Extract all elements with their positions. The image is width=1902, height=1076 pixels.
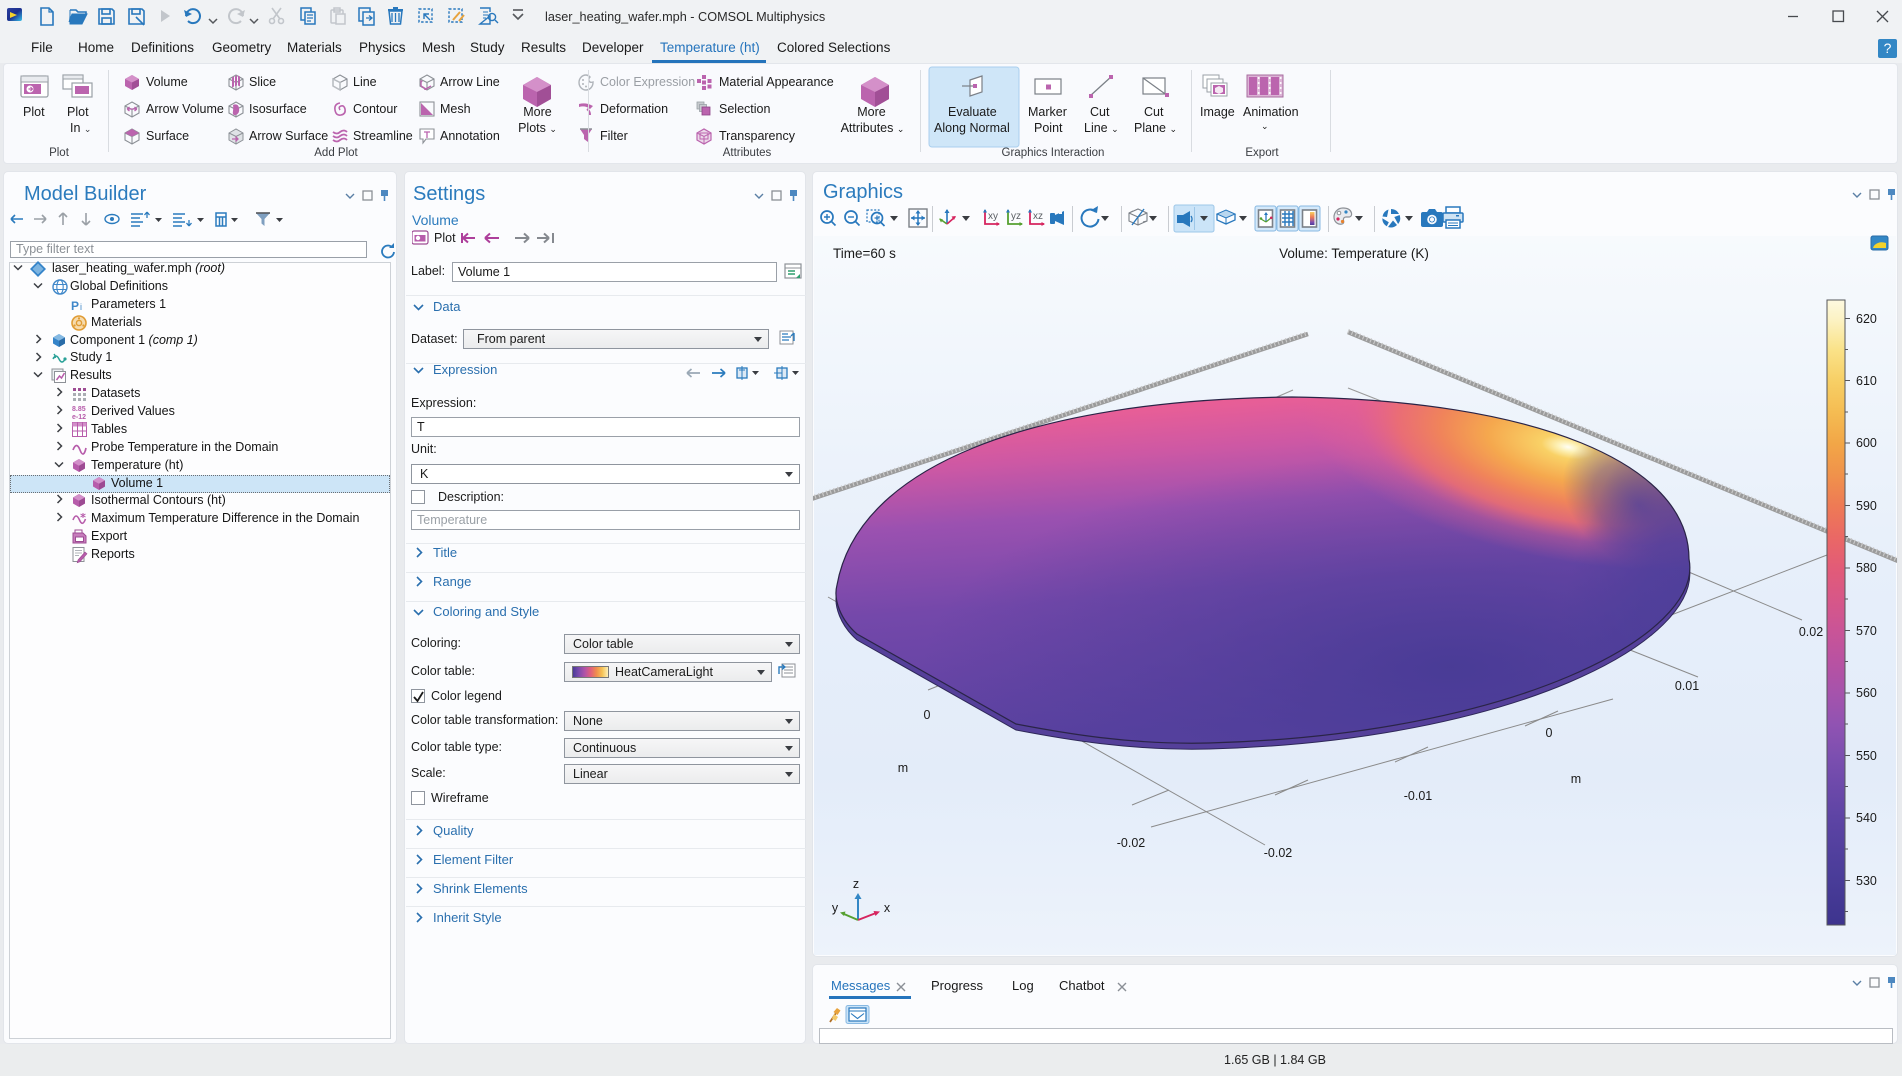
svg-text:530: 530 (1856, 874, 1877, 888)
svg-text:-0.02: -0.02 (1264, 846, 1293, 860)
svg-text:Plot: Plot (434, 231, 456, 245)
svg-text:0: 0 (924, 708, 931, 722)
svg-text:0.02: 0.02 (1799, 625, 1823, 639)
svg-text:570: 570 (1856, 624, 1877, 638)
svg-text:m: m (898, 761, 908, 775)
svg-text:m: m (1571, 772, 1581, 786)
svg-text:Time=60 s: Time=60 s (833, 246, 896, 261)
svg-text:620: 620 (1856, 312, 1877, 326)
svg-text:8.85: 8.85 (72, 406, 86, 413)
svg-text:xy: xy (988, 211, 998, 222)
svg-text:560: 560 (1856, 686, 1877, 700)
svg-text:0.01: 0.01 (1675, 679, 1699, 693)
svg-text:e-12: e-12 (72, 414, 86, 421)
svg-text:y: y (832, 901, 839, 915)
svg-text:Graphics: Graphics (823, 181, 903, 203)
svg-text:xz: xz (1033, 211, 1043, 222)
svg-text:590: 590 (1856, 499, 1877, 513)
svg-text:-0.01: -0.01 (1404, 789, 1433, 803)
svg-text:-0.02: -0.02 (1117, 836, 1146, 850)
svg-text:610: 610 (1856, 374, 1877, 388)
svg-text:0: 0 (1546, 726, 1553, 740)
svg-text:laser_heating_wafer.mph - COMS: laser_heating_wafer.mph - COMSOL Multiph… (545, 10, 825, 24)
svg-text:580: 580 (1856, 561, 1877, 575)
svg-text:z: z (853, 877, 859, 891)
svg-text:550: 550 (1856, 749, 1877, 763)
svg-text:x: x (884, 901, 891, 915)
svg-text:540: 540 (1856, 811, 1877, 825)
svg-text:Volume: Temperature (K): Volume: Temperature (K) (1279, 246, 1429, 261)
svg-text:i: i (80, 302, 82, 312)
svg-text:600: 600 (1856, 436, 1877, 450)
svg-text:P: P (71, 299, 79, 313)
svg-text:yz: yz (1011, 211, 1021, 222)
